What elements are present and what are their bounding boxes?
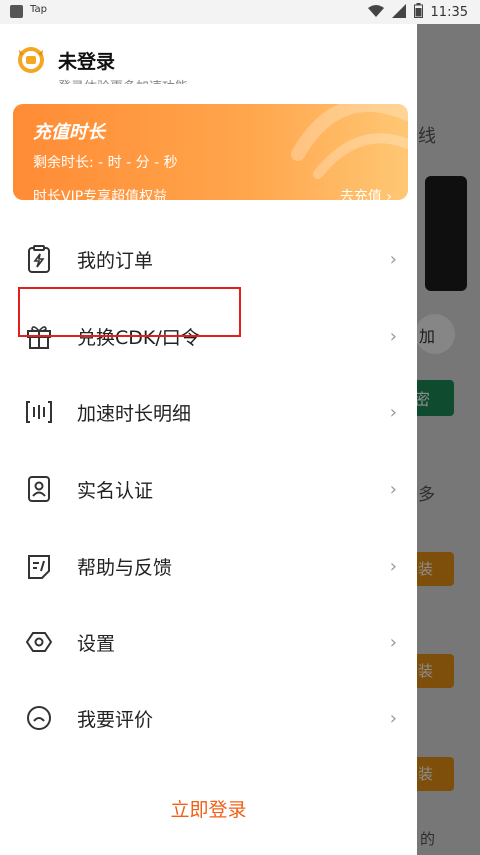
user-subline: 登录体验更多加速功能 bbox=[58, 76, 188, 84]
menu-label: 我要评价 bbox=[77, 708, 154, 731]
signal-icon bbox=[391, 3, 406, 22]
vip-title: 充值时长 bbox=[33, 122, 105, 143]
clipboard-bolt-icon bbox=[24, 244, 54, 274]
wifi-icon bbox=[367, 4, 384, 22]
avatar-icon[interactable] bbox=[16, 44, 46, 74]
app-notification-icon bbox=[10, 5, 23, 18]
hexagon-settings-icon bbox=[24, 627, 54, 657]
menu-label: 加速时长明细 bbox=[77, 402, 192, 425]
vip-remaining: 剩余时长: - 时 - 分 - 秒 bbox=[33, 155, 178, 171]
chevron-right-icon: › bbox=[389, 325, 397, 347]
status-bar: Tap 11:35 bbox=[0, 0, 480, 24]
username[interactable]: 未登录 bbox=[58, 47, 115, 74]
menu-item-settings[interactable]: 设置 › bbox=[0, 612, 417, 672]
chevron-right-icon: › bbox=[389, 707, 397, 729]
recharge-link[interactable]: 去充值 › bbox=[340, 186, 392, 200]
chevron-right-icon: › bbox=[389, 401, 397, 423]
menu-item-real-name[interactable]: 实名认证 › bbox=[0, 459, 417, 519]
menu-item-orders[interactable]: 我的订单 › bbox=[0, 229, 417, 289]
face-icon bbox=[24, 703, 54, 733]
menu-label: 帮助与反馈 bbox=[77, 556, 173, 579]
status-app-name: Tap bbox=[30, 4, 47, 15]
feedback-doc-icon bbox=[24, 551, 54, 581]
highlight-annotation-box bbox=[18, 287, 241, 337]
chevron-right-icon: › bbox=[389, 248, 397, 270]
status-right: 11:35 bbox=[367, 3, 468, 22]
menu-label: 我的订单 bbox=[77, 249, 154, 272]
side-drawer: 未登录 登录体验更多加速功能 充值时长 剩余时长: - 时 - 分 - 秒 时长… bbox=[0, 24, 417, 855]
chevron-right-icon: › bbox=[389, 478, 397, 500]
chevron-right-icon: › bbox=[389, 631, 397, 653]
battery-icon bbox=[413, 3, 423, 22]
menu-item-help[interactable]: 帮助与反馈 › bbox=[0, 536, 417, 596]
chevron-right-icon: › bbox=[389, 555, 397, 577]
login-button[interactable]: 立即登录 bbox=[0, 795, 417, 822]
vip-card[interactable]: 充值时长 剩余时长: - 时 - 分 - 秒 时长VIP专享超值权益 去充值 › bbox=[13, 104, 408, 200]
menu-item-rate[interactable]: 我要评价 › bbox=[0, 688, 417, 748]
speed-bars-icon bbox=[24, 397, 54, 427]
menu-label: 实名认证 bbox=[77, 479, 154, 502]
vip-benefit: 时长VIP专享超值权益 bbox=[33, 189, 168, 200]
menu-label: 设置 bbox=[77, 632, 116, 655]
menu-item-speed-detail[interactable]: 加速时长明细 › bbox=[0, 382, 417, 442]
user-header[interactable] bbox=[16, 44, 58, 74]
status-time: 11:35 bbox=[430, 5, 468, 20]
id-card-icon bbox=[24, 474, 54, 504]
vip-swirl-icon bbox=[291, 104, 408, 179]
